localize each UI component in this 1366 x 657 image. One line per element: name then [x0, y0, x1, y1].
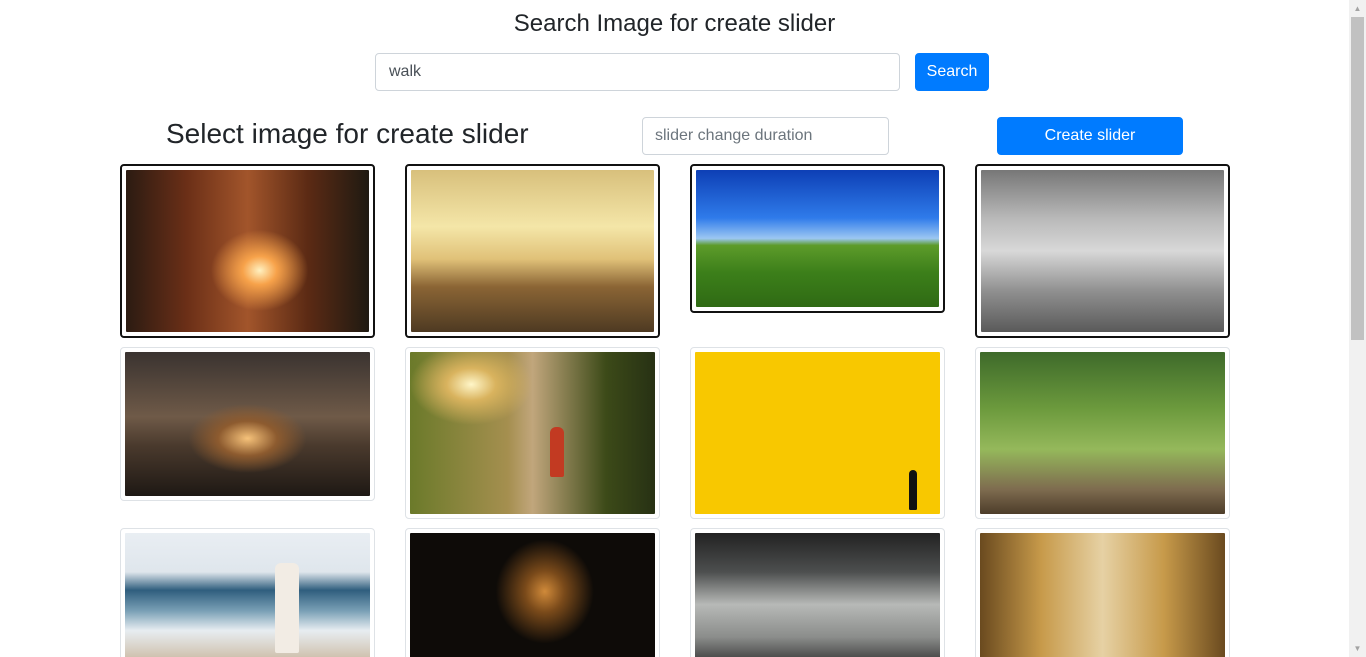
create-slider-button[interactable]: Create slider [997, 117, 1183, 155]
image-card-yellow[interactable] [690, 347, 945, 519]
slider-duration-input[interactable] [642, 117, 889, 155]
vertical-scrollbar[interactable]: ▲ ▼ [1349, 0, 1366, 657]
foggy-park-image [695, 533, 940, 657]
yellow-wall-image [695, 352, 940, 514]
search-input[interactable] [375, 53, 900, 91]
image-card-avenue[interactable] [975, 528, 1230, 657]
railway-walk-image [125, 352, 370, 496]
image-card-fog[interactable] [690, 528, 945, 657]
scroll-down-arrow-icon[interactable]: ▼ [1349, 640, 1366, 657]
search-button[interactable]: Search [915, 53, 989, 91]
tree-avenue-image [980, 533, 1225, 657]
select-images-title: Select image for create slider [166, 118, 529, 149]
walker-figure [275, 563, 299, 653]
child-teddy-image [981, 170, 1224, 332]
dark-forest-image [410, 533, 655, 657]
feet-walking-image [411, 170, 654, 332]
road-walk-image [410, 352, 655, 514]
image-card-feet[interactable] [405, 164, 660, 338]
image-card-hill[interactable] [690, 164, 945, 313]
image-card-forest[interactable] [120, 164, 375, 338]
image-card-dark-forest[interactable] [405, 528, 660, 657]
image-card-road[interactable] [405, 347, 660, 519]
forest-path-image [126, 170, 369, 332]
walker-figure [909, 470, 917, 510]
walker-figure [550, 427, 564, 477]
hill-road-image [696, 170, 939, 307]
page: Search Image for create slider Search Se… [0, 0, 1349, 657]
image-card-teddy[interactable] [975, 164, 1230, 338]
search-title: Search Image for create slider [513, 10, 836, 37]
scrollbar-thumb[interactable] [1351, 17, 1364, 340]
image-card-girls[interactable] [975, 347, 1230, 519]
beach-walk-image [125, 533, 370, 657]
scroll-up-arrow-icon[interactable]: ▲ [1349, 0, 1366, 17]
girls-walking-image [980, 352, 1225, 514]
image-card-beach[interactable] [120, 528, 375, 657]
image-card-railway[interactable] [120, 347, 375, 501]
